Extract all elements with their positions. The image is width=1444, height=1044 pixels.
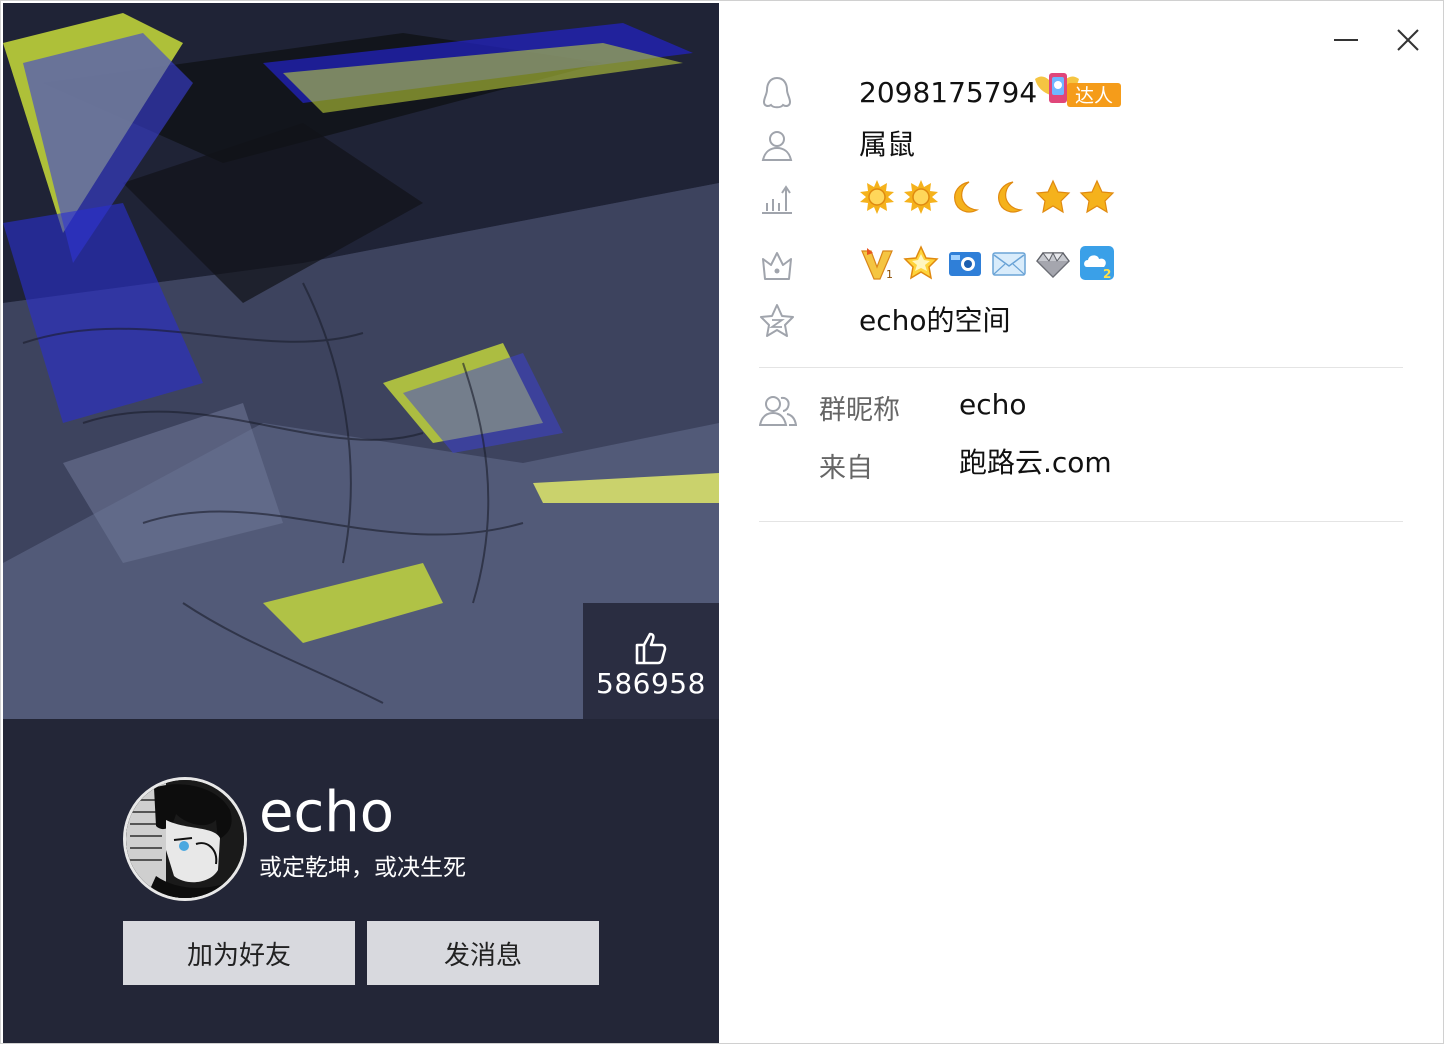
avatar[interactable]	[123, 777, 247, 901]
star-icon	[1035, 179, 1071, 214]
qzone-star-icon	[760, 304, 794, 337]
penguin-icon	[762, 76, 792, 109]
like-count: 586958	[596, 667, 706, 700]
daren-badge-icon[interactable]: 达人	[1033, 69, 1123, 109]
crown-icon	[762, 252, 792, 280]
divider	[759, 367, 1403, 368]
sun-icon	[860, 180, 894, 214]
level-badges[interactable]	[859, 179, 1115, 215]
daren-text: 达人	[1075, 85, 1113, 107]
thumbs-up-icon	[635, 632, 667, 665]
mail-icon	[992, 252, 1026, 276]
person-icon	[761, 131, 793, 161]
qq-number: 2098175794	[859, 76, 1038, 109]
group-nick-label: 群昵称	[819, 395, 900, 426]
moon-icon	[998, 181, 1024, 213]
sun-icon	[904, 180, 938, 214]
svg-text:2: 2	[1103, 267, 1111, 281]
vip-icon: 1	[861, 248, 893, 281]
svg-text:1: 1	[886, 268, 893, 281]
group-icon	[759, 396, 797, 426]
camera-icon	[949, 252, 981, 276]
send-message-button[interactable]: 发消息	[367, 921, 599, 985]
close-icon[interactable]	[1393, 25, 1423, 55]
profile-window: 586958 echo 或定乾坤，或决生死 加为好友 发消息 209817579…	[0, 0, 1444, 1044]
like-counter[interactable]: 586958	[583, 603, 719, 719]
signature: 或定乾坤，或决生死	[259, 855, 466, 881]
level-chart-icon	[762, 185, 792, 214]
cloud-icon: 2	[1080, 246, 1114, 281]
star-badge-icon	[903, 245, 939, 280]
minimize-icon[interactable]	[1331, 25, 1361, 55]
group-nick-value: echo	[959, 388, 1027, 421]
divider	[759, 521, 1403, 522]
star-icon	[1079, 179, 1115, 214]
details-panel: 2098175794 达人 属鼠 1 2 echo的空间 群昵称 echo 来自…	[719, 3, 1443, 1043]
level-row	[759, 179, 1359, 219]
diamond-icon	[1036, 251, 1070, 278]
profile-card-panel: 586958 echo 或定乾坤，或决生死 加为好友 发消息	[3, 3, 719, 1043]
from-value: 跑路云.com	[959, 446, 1112, 479]
from-label: 来自	[819, 453, 873, 484]
nickname: echo	[259, 780, 394, 845]
zodiac: 属鼠	[859, 128, 916, 161]
qq-number-row: 2098175794 达人	[759, 73, 1359, 113]
add-friend-button[interactable]: 加为好友	[123, 921, 355, 985]
qzone-link[interactable]: echo的空间	[859, 301, 1011, 341]
zodiac-row: 属鼠	[759, 125, 1159, 165]
moon-icon	[954, 181, 980, 213]
qzone-row[interactable]: echo的空间	[759, 301, 1259, 341]
privilege-row: 1 2	[759, 245, 1359, 285]
privilege-badges[interactable]: 1 2	[859, 245, 1115, 281]
